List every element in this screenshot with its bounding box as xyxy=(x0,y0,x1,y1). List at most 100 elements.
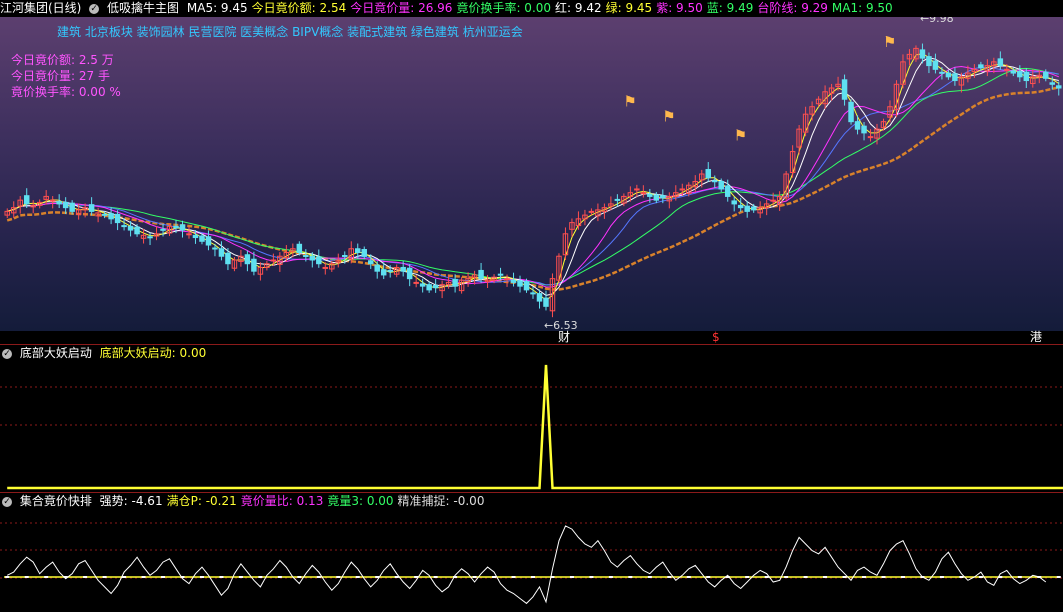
candle-body xyxy=(114,213,121,224)
candle-body xyxy=(218,248,225,257)
indicator-value-6: 紫: 9.50 xyxy=(656,1,703,15)
candle-body xyxy=(640,192,647,195)
collapse-icon[interactable]: ✓ xyxy=(2,348,12,359)
candle-body xyxy=(452,278,458,287)
candle-body xyxy=(316,256,322,265)
candle-body xyxy=(1043,71,1049,79)
collapse-icon[interactable]: ✓ xyxy=(2,496,12,507)
candle-body xyxy=(530,292,536,295)
indicator-value-2: 今日竟价量: 26.96 xyxy=(350,1,453,15)
candle-body xyxy=(23,195,30,205)
step-line xyxy=(6,86,1060,291)
candle-body xyxy=(419,283,426,287)
buy-signal-icon: ⚑ xyxy=(662,108,675,126)
candle-body xyxy=(867,136,874,139)
candle-body xyxy=(303,254,309,257)
candle-body xyxy=(309,255,316,261)
candle-body xyxy=(997,58,1004,67)
tag-hk[interactable]: 港 xyxy=(1030,331,1042,344)
high-price-label: ←9.98 xyxy=(920,17,954,25)
indicator-value-5: 绿: 9.45 xyxy=(605,1,653,15)
candle-body xyxy=(380,269,387,276)
candle-body xyxy=(952,73,958,82)
sub1-chart[interactable] xyxy=(0,361,1063,491)
candle-body xyxy=(705,169,711,179)
candle-body xyxy=(854,121,861,130)
candle-body xyxy=(101,213,108,216)
candle-body xyxy=(510,279,517,283)
candle-body xyxy=(56,201,62,205)
candle-body xyxy=(121,225,127,228)
candle-body xyxy=(426,284,432,291)
indicator-value-0: 底部大妖启动: 0.00 xyxy=(99,346,207,360)
candle-body xyxy=(841,79,848,100)
tag-finance[interactable]: 财 xyxy=(558,331,570,344)
candle-body xyxy=(731,200,737,205)
candle-body xyxy=(478,269,484,280)
info-turnover: 竟价换手率: 0.00 % xyxy=(11,85,121,99)
candle-body xyxy=(400,266,406,272)
candle-body xyxy=(504,278,510,281)
candle-body xyxy=(374,264,380,272)
indicator-value-9: MA1: 9.50 xyxy=(831,1,893,15)
candle-body xyxy=(270,259,277,262)
candle-body xyxy=(978,64,984,69)
stock-title[interactable]: 江河集团(日线) xyxy=(0,1,81,15)
indicator-value-2: 竟价量比: 0.13 xyxy=(240,494,324,508)
candle-body xyxy=(750,206,757,211)
event-tag-bar xyxy=(0,331,1063,344)
ma3-line xyxy=(7,53,1060,301)
candle-body xyxy=(387,269,393,272)
candle-body xyxy=(861,125,867,134)
concept-tags: 建筑 北京板块 装饰园林 民营医院 医美概念 BIPV概念 装配式建筑 绿色建筑… xyxy=(57,25,523,39)
candle-body xyxy=(147,236,153,239)
candle-body xyxy=(361,249,367,257)
tag-dollar[interactable]: $ xyxy=(712,331,720,344)
collapse-icon[interactable]: ✓ xyxy=(89,3,100,14)
candle-body xyxy=(251,258,257,272)
ma10-line xyxy=(7,65,1059,288)
candle-body xyxy=(653,194,660,201)
ma20-line xyxy=(7,67,1059,286)
candle-body xyxy=(588,210,595,213)
candlestick-chart[interactable]: ⚑⚑⚑⚑⚑←9.98←6.53 xyxy=(0,0,1063,332)
indicator-value-8: 台阶线: 9.29 xyxy=(757,1,828,15)
main-indicator-values: MA5: 9.45 今日竟价额: 2.54 今日竟价量: 26.96 竟价换手率: 0… xyxy=(187,1,897,15)
candle-body xyxy=(186,233,192,236)
candle-body xyxy=(744,205,750,212)
candle-body xyxy=(108,213,114,220)
candle-body xyxy=(127,225,134,231)
signal-line xyxy=(7,364,1063,490)
candle-body xyxy=(1049,82,1056,85)
sub2-name[interactable]: 集合竟价快排 xyxy=(20,494,92,508)
main-chart-panel[interactable]: ⚑⚑⚑⚑⚑←9.98←6.53 建筑 北京板块 装饰园林 民营医院 医美概念 B… xyxy=(0,0,1063,332)
candle-body xyxy=(205,236,212,246)
indicator-value-1: 满仓P: -0.21 xyxy=(166,494,237,508)
candle-body xyxy=(614,198,621,201)
indicator-value-4: 红: 9.42 xyxy=(555,1,602,15)
candle-body xyxy=(413,281,419,284)
indicator-value-0: MA5: 9.45 xyxy=(186,1,248,15)
candle-body xyxy=(1056,85,1062,89)
indicator-value-3: 竟量3: 0.00 xyxy=(327,494,394,508)
candle-body xyxy=(322,266,329,269)
indicator-name[interactable]: 低吸擒牛主图 xyxy=(107,1,179,15)
candle-body xyxy=(49,199,56,202)
candle-body xyxy=(945,72,952,78)
candle-body xyxy=(406,267,413,280)
buy-signal-icon: ⚑ xyxy=(883,33,896,51)
sub1-name[interactable]: 底部大妖启动 xyxy=(20,346,92,360)
indicator-value-3: 竟价换手率: 0.00 xyxy=(456,1,552,15)
candle-body xyxy=(88,204,95,212)
candle-body xyxy=(848,101,854,123)
sub1-values: 底部大妖启动: 0.00 xyxy=(100,346,211,360)
candle-body xyxy=(173,225,179,229)
indicator-value-4: 精准捕捉: -0.00 xyxy=(397,494,485,508)
candle-body xyxy=(724,185,731,197)
candle-body xyxy=(523,281,530,291)
candle-body xyxy=(1004,68,1010,71)
main-header: 江河集团(日线) ✓ 低吸擒牛主图 MA5: 9.45 今日竟价额: 2.54 今日… xyxy=(0,0,901,16)
candle-body xyxy=(192,234,199,239)
sub2-chart[interactable] xyxy=(0,509,1063,612)
candle-body xyxy=(770,199,776,202)
